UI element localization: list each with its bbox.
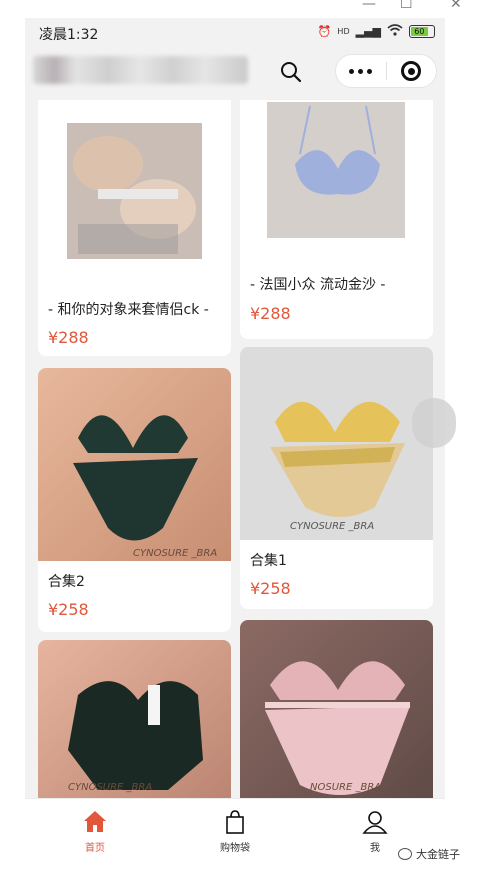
nav-header <box>25 46 445 100</box>
hd-icon: HD <box>337 27 350 36</box>
product-card[interactable]: CYNOSURE _BRA 合集1 ¥258 <box>240 347 433 609</box>
status-bar: 凌晨1:32 ⏰ HD ▂▄▆ 60 <box>25 18 445 46</box>
image-watermark: NOSURE _BRA <box>310 782 381 793</box>
image-watermark: CYNOSURE _BRA <box>68 782 152 793</box>
product-card[interactable]: - 和你的对象来套情侣ck - ¥288 <box>38 100 231 356</box>
product-title: - 和你的对象来套情侣ck - <box>48 302 209 318</box>
product-title: - 法国小众 流动金沙 - <box>250 277 386 293</box>
mini-program-capsule <box>335 54 437 88</box>
product-grid: - 和你的对象来套情侣ck - ¥288 - 法国小众 流动金沙 - ¥288 <box>25 100 445 800</box>
product-card[interactable]: NOSURE _BRA <box>240 620 433 800</box>
page-title-blurred <box>33 56 248 84</box>
user-icon <box>362 811 388 834</box>
search-icon[interactable] <box>279 60 303 84</box>
tab-label: 我 <box>370 843 380 854</box>
alarm-icon: ⏰ <box>317 25 332 38</box>
minimize-icon[interactable]: — <box>362 0 376 12</box>
product-image[interactable]: CYNOSURE _BRA <box>38 640 231 800</box>
tab-shopping-bag[interactable]: 购物袋 <box>165 799 305 860</box>
product-card[interactable]: CYNOSURE _BRA <box>38 640 231 800</box>
tab-label: 购物袋 <box>220 843 250 854</box>
home-icon <box>84 811 106 832</box>
product-card[interactable]: CYNOSURE _BRA 合集2 ¥258 <box>38 368 231 632</box>
battery-level: 60 <box>411 27 428 36</box>
product-image[interactable]: CYNOSURE _BRA <box>240 347 433 540</box>
product-price: ¥288 <box>48 328 89 347</box>
image-watermark: CYNOSURE _BRA <box>290 521 374 532</box>
maximize-icon[interactable]: ☐ <box>400 0 413 12</box>
floating-scroll-button[interactable] <box>412 398 456 448</box>
phone-screen: 凌晨1:32 ⏰ HD ▂▄▆ 60 - 和你的对象来套情侣ck - ¥288 … <box>25 18 445 860</box>
image-watermark: CYNOSURE _BRA <box>133 548 217 559</box>
status-icons: ⏰ HD ▂▄▆ 60 <box>318 24 435 39</box>
product-image[interactable] <box>38 100 231 280</box>
status-time: 凌晨1:32 <box>39 27 99 43</box>
product-price: ¥288 <box>250 304 291 323</box>
close-target-icon[interactable] <box>386 55 436 87</box>
product-title: 合集1 <box>250 553 287 569</box>
wechat-icon <box>398 848 412 860</box>
source-watermark: 大金链子 <box>398 846 460 862</box>
window-chrome: — ☐ ✕ <box>0 0 479 20</box>
product-title: 合集2 <box>48 574 85 590</box>
close-icon[interactable]: ✕ <box>450 0 462 12</box>
product-image[interactable]: CYNOSURE _BRA <box>38 368 231 561</box>
product-image[interactable] <box>240 100 433 264</box>
product-price: ¥258 <box>250 579 291 598</box>
signal-icon: ▂▄▆ <box>355 25 381 38</box>
watermark-text: 大金链子 <box>416 848 460 861</box>
more-icon[interactable] <box>336 55 386 87</box>
bottom-tab-bar: 首页 购物袋 我 <box>25 798 445 860</box>
shopping-bag-icon <box>226 810 244 834</box>
product-card[interactable]: - 法国小众 流动金沙 - ¥288 <box>240 100 433 339</box>
tab-label: 首页 <box>85 843 105 854</box>
product-price: ¥258 <box>48 600 89 619</box>
wifi-icon <box>387 24 403 39</box>
tab-home[interactable]: 首页 <box>25 799 165 860</box>
battery-icon: 60 <box>409 25 435 38</box>
product-image[interactable]: NOSURE _BRA <box>240 620 433 800</box>
